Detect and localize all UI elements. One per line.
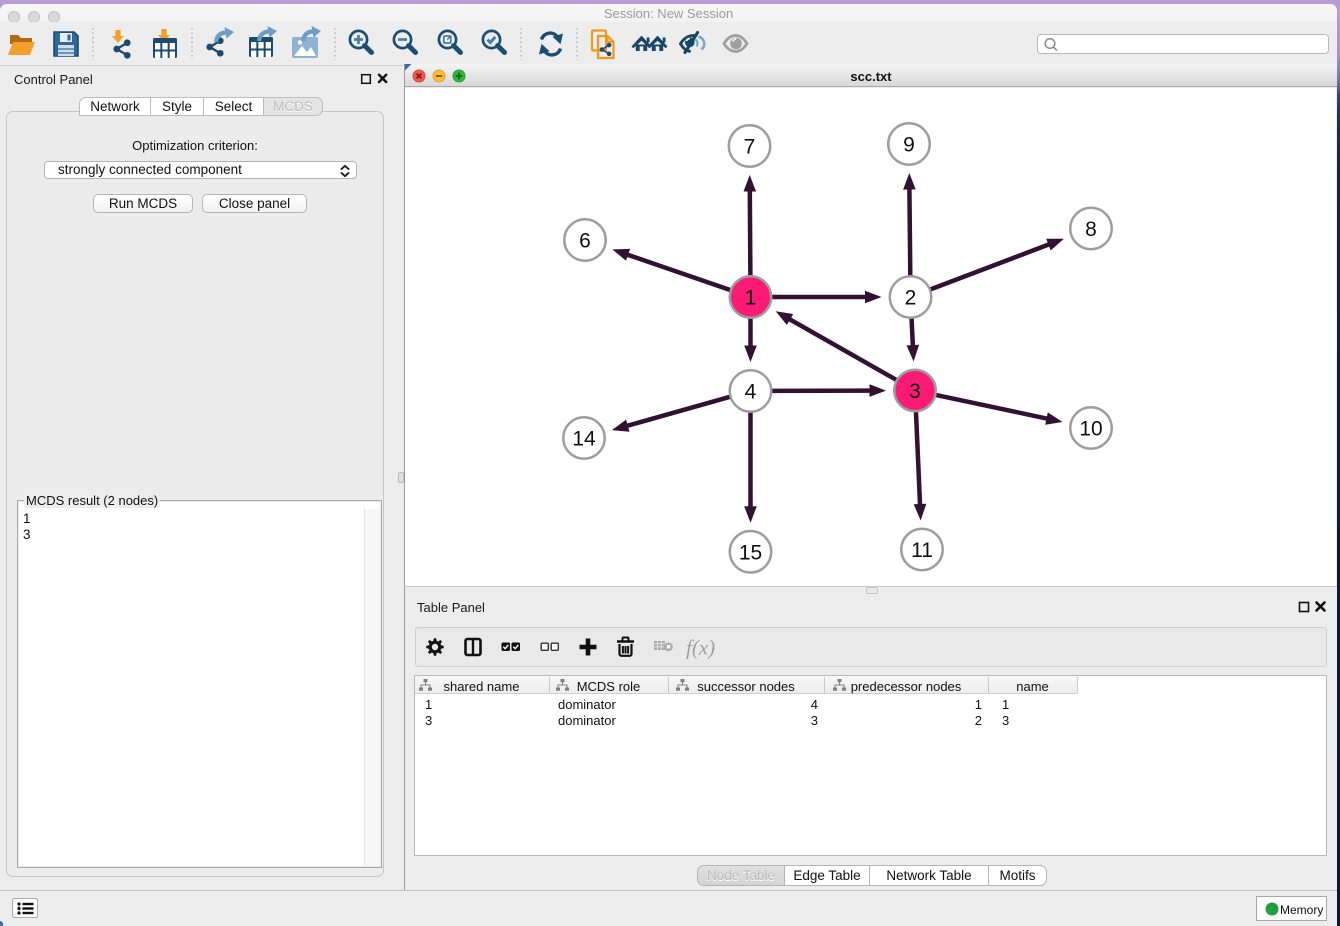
svg-text:7: 7 — [744, 136, 756, 159]
svg-text:10: 10 — [1079, 418, 1102, 441]
svg-text:2: 2 — [905, 287, 917, 310]
svg-text:3: 3 — [909, 380, 921, 403]
svg-text:f(x): f(x) — [686, 636, 715, 660]
svg-text:11: 11 — [911, 539, 933, 562]
svg-text:14: 14 — [572, 428, 596, 451]
svg-text:15: 15 — [739, 541, 762, 564]
svg-text:6: 6 — [579, 230, 591, 253]
svg-text:4: 4 — [745, 381, 757, 404]
svg-text:1: 1 — [745, 287, 757, 310]
svg-text:8: 8 — [1085, 218, 1097, 241]
svg-text:9: 9 — [903, 134, 915, 157]
